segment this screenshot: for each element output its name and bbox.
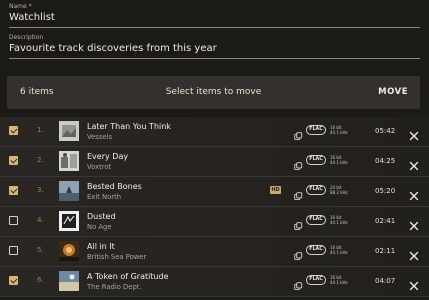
sample-rate: 44.1 kHz (330, 250, 348, 255)
track-duration: 02:41 (375, 217, 396, 225)
track-artist: No Age (87, 223, 112, 231)
track-number: 3. (37, 186, 44, 194)
track-row[interactable]: 4. Dusted No Age FLAC 16 bit 44.1 kHz 02:41 (0, 207, 429, 237)
close-icon[interactable] (409, 156, 419, 171)
move-button[interactable]: MOVE (378, 87, 408, 97)
track-checkbox[interactable] (9, 246, 18, 255)
track-artist: The Radio Dept. (87, 283, 142, 291)
track-checkbox[interactable] (9, 126, 18, 135)
name-underline (9, 27, 420, 28)
selection-toolbar: 6 items Select items to move MOVE (7, 76, 420, 109)
track-title: Bested Bones (87, 182, 142, 191)
track-duration: 04:07 (375, 277, 396, 285)
close-icon[interactable] (409, 126, 419, 141)
track-duration: 02:11 (375, 247, 396, 255)
track-artist: Exit North (87, 193, 122, 201)
audio-quality: 16 bit 44.1 kHz (330, 245, 348, 255)
track-checkbox[interactable] (9, 276, 18, 285)
format-badge: FLAC (306, 185, 326, 195)
sample-rate: 44.1 kHz (330, 220, 348, 225)
track-number: 5. (37, 246, 44, 254)
copy-icon (294, 246, 303, 261)
audio-quality: 16 bit 44.1 kHz (330, 125, 348, 135)
audio-quality: 16 bit 44.1 kHz (330, 155, 348, 165)
playlist-form: Name * Watchlist Description Favourite t… (0, 0, 429, 70)
album-art (59, 151, 79, 171)
track-checkbox[interactable] (9, 186, 18, 195)
copy-icon (294, 216, 303, 231)
format-badge: FLAC (306, 215, 326, 225)
audio-quality: 16 bit 44.1 kHz (330, 215, 348, 225)
track-checkbox[interactable] (9, 156, 18, 165)
track-title: Dusted (87, 212, 116, 221)
close-icon[interactable] (409, 246, 419, 261)
album-art (59, 211, 79, 231)
hd-badge: HD (270, 186, 281, 194)
format-badge: FLAC (306, 125, 326, 135)
track-row[interactable]: 5. All in It British Sea Power FLAC 16 bit 44… (0, 237, 429, 267)
track-row[interactable]: 2. Every Day Voxtrot FLAC 16 bit 44.1 kHz 04:2… (0, 147, 429, 177)
track-number: 2. (37, 156, 44, 164)
format-badge: FLAC (306, 275, 326, 285)
album-art (59, 121, 79, 141)
track-artist: British Sea Power (87, 253, 147, 261)
close-icon[interactable] (409, 276, 419, 291)
track-duration: 04:25 (375, 157, 396, 165)
album-art (59, 241, 79, 261)
track-row[interactable]: 3. Bested Bones Exit North HD FLAC 24 bit 88.2… (0, 177, 429, 207)
description-label: Description (9, 34, 44, 41)
track-artist: Vessels (87, 133, 112, 141)
copy-icon (294, 126, 303, 141)
sample-rate: 44.1 kHz (330, 280, 348, 285)
track-duration: 05:20 (375, 187, 396, 195)
copy-icon (294, 156, 303, 171)
track-duration: 05:42 (375, 127, 396, 135)
description-input[interactable]: Favourite track discoveries from this ye… (9, 43, 217, 54)
track-number: 6. (37, 276, 44, 284)
album-art (59, 181, 79, 201)
track-number: 1. (37, 126, 44, 134)
track-row[interactable]: 6. A Token of Gratitude The Radio Dept. FLA… (0, 267, 429, 297)
track-row[interactable]: 1. Later Than You Think Vessels FLAC 16 bit 4… (0, 117, 429, 147)
sample-rate: 88.2 kHz (330, 190, 348, 195)
copy-icon (294, 276, 303, 291)
name-label: Name * (9, 3, 32, 10)
close-icon[interactable] (409, 216, 419, 231)
track-title: A Token of Gratitude (87, 272, 169, 281)
track-title: All in It (87, 242, 115, 251)
track-title: Later Than You Think (87, 122, 171, 131)
track-title: Every Day (87, 152, 129, 161)
format-badge: FLAC (306, 245, 326, 255)
format-badge: FLAC (306, 155, 326, 165)
track-artist: Voxtrot (87, 163, 112, 171)
album-art (59, 271, 79, 291)
audio-quality: 16 bit 44.1 kHz (330, 275, 348, 285)
copy-icon (294, 186, 303, 201)
close-icon[interactable] (409, 186, 419, 201)
track-checkbox[interactable] (9, 216, 18, 225)
sample-rate: 44.1 kHz (330, 160, 348, 165)
sample-rate: 44.1 kHz (330, 130, 348, 135)
selection-hint: Select items to move (165, 87, 262, 97)
name-input[interactable]: Watchlist (9, 12, 55, 23)
audio-quality: 24 bit 88.2 kHz (330, 185, 348, 195)
track-number: 4. (37, 216, 44, 224)
description-underline (9, 58, 420, 59)
